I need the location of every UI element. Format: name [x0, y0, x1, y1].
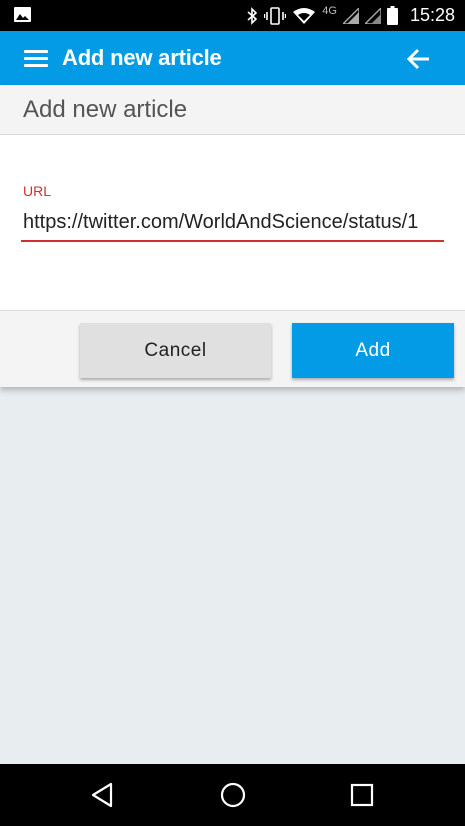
- url-input[interactable]: [21, 210, 444, 242]
- back-arrow-icon[interactable]: [406, 46, 432, 72]
- nav-recents-icon[interactable]: [348, 781, 376, 809]
- clock: 15:28: [409, 5, 455, 25]
- signal-icon: [342, 7, 359, 24]
- app-bar: Add new article: [0, 31, 465, 85]
- app-bar-title: Add new article: [62, 45, 222, 70]
- gallery-icon: [14, 7, 31, 22]
- bluetooth-icon: [247, 6, 258, 25]
- add-article-dialog: Add new article URL Cancel Add: [0, 85, 465, 387]
- url-field-label: URL: [23, 183, 52, 199]
- battery-icon: [386, 6, 398, 25]
- vibrate-icon: [264, 6, 287, 25]
- dialog-actions: Cancel Add: [0, 310, 465, 387]
- dialog-header: Add new article: [0, 85, 465, 135]
- wifi-icon: [293, 7, 316, 24]
- nav-back-icon[interactable]: [89, 781, 117, 809]
- hamburger-menu-icon[interactable]: [24, 50, 48, 67]
- cancel-button[interactable]: Cancel: [80, 323, 271, 378]
- status-bar: 4G 15:28: [0, 0, 465, 31]
- signal-icon-2: [364, 7, 381, 24]
- add-button[interactable]: Add: [292, 323, 454, 378]
- dialog-title: Add new article: [23, 96, 188, 123]
- navigation-bar: [0, 764, 465, 826]
- network-type-label: 4G: [322, 4, 337, 17]
- nav-home-icon[interactable]: [219, 781, 247, 809]
